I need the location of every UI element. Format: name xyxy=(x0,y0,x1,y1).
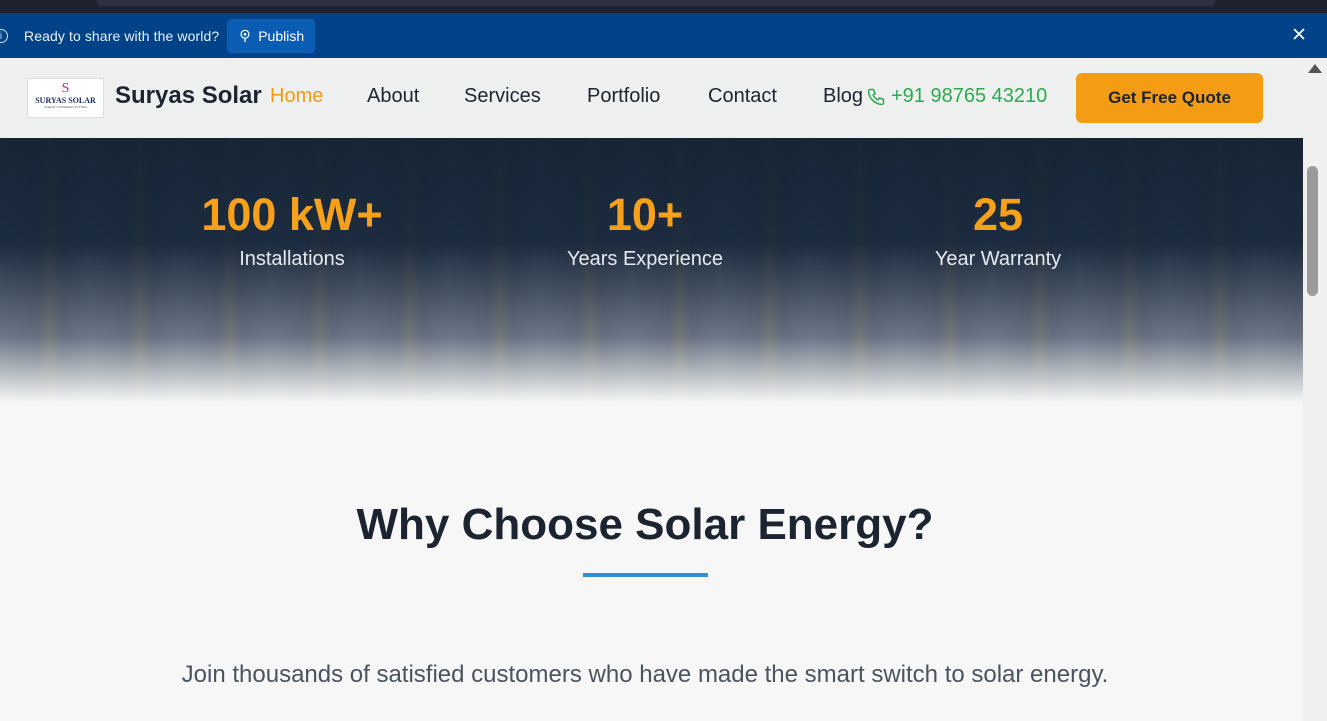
stat-label: Years Experience xyxy=(566,248,724,270)
nav-link-about[interactable]: About xyxy=(367,85,419,108)
stat-warranty: 25 Year Warranty xyxy=(868,188,1128,271)
stat-value: 25 xyxy=(972,189,1024,240)
stat-installations: 100 kW+ Installations xyxy=(162,188,422,271)
publish-label: Publish xyxy=(258,27,305,44)
scroll-thumb[interactable] xyxy=(1307,166,1318,296)
globe-pin-icon xyxy=(240,29,250,42)
browser-top-strip xyxy=(0,0,1327,13)
nav-link-portfolio[interactable]: Portfolio xyxy=(587,85,660,108)
heading-underline xyxy=(583,573,708,577)
nav-link-services[interactable]: Services xyxy=(464,85,541,108)
phone-link[interactable]: +91 98765 43210 xyxy=(866,85,1047,108)
address-bar-edge xyxy=(97,0,1215,6)
phone-number: +91 98765 43210 xyxy=(891,85,1048,107)
get-free-quote-button[interactable]: Get Free Quote xyxy=(1076,73,1263,123)
publish-banner: i Ready to share with the world? Publish xyxy=(0,13,1327,58)
nav-link-home[interactable]: Home xyxy=(270,85,323,108)
stat-label: Year Warranty xyxy=(934,248,1062,270)
site-logo[interactable]: S SURYAS SOLAR ENERGY POWERED SYSTEM xyxy=(27,78,104,118)
logo-subtext: ENERGY POWERED SYSTEM xyxy=(44,105,87,109)
hero-stats-section: 100 kW+ Installations 10+ Years Experien… xyxy=(0,138,1303,403)
publish-message: Ready to share with the world? xyxy=(24,27,220,44)
stat-value: 10+ xyxy=(606,189,684,240)
section-subtext: Join thousands of satisfied customers wh… xyxy=(181,661,1109,688)
logo-text: SURYAS SOLAR xyxy=(35,96,96,105)
nav-link-contact[interactable]: Contact xyxy=(708,85,777,108)
logo-mark: S xyxy=(61,81,70,96)
nav-link-blog[interactable]: Blog xyxy=(823,85,863,108)
close-icon[interactable] xyxy=(1291,26,1307,42)
info-icon: i xyxy=(0,28,8,43)
publish-button[interactable]: Publish xyxy=(227,18,316,53)
page-scrollbar[interactable] xyxy=(1303,58,1327,721)
section-heading: Why Choose Solar Energy? xyxy=(356,500,934,549)
stat-experience: 10+ Years Experience xyxy=(515,188,775,271)
scroll-up-arrow-icon[interactable] xyxy=(1308,64,1322,73)
brand-name[interactable]: Suryas Solar xyxy=(115,82,262,110)
stat-label: Installations xyxy=(239,248,345,270)
phone-icon xyxy=(867,88,885,105)
stat-value: 100 kW+ xyxy=(201,189,383,240)
site-header: S SURYAS SOLAR ENERGY POWERED SYSTEM Sur… xyxy=(0,58,1303,138)
